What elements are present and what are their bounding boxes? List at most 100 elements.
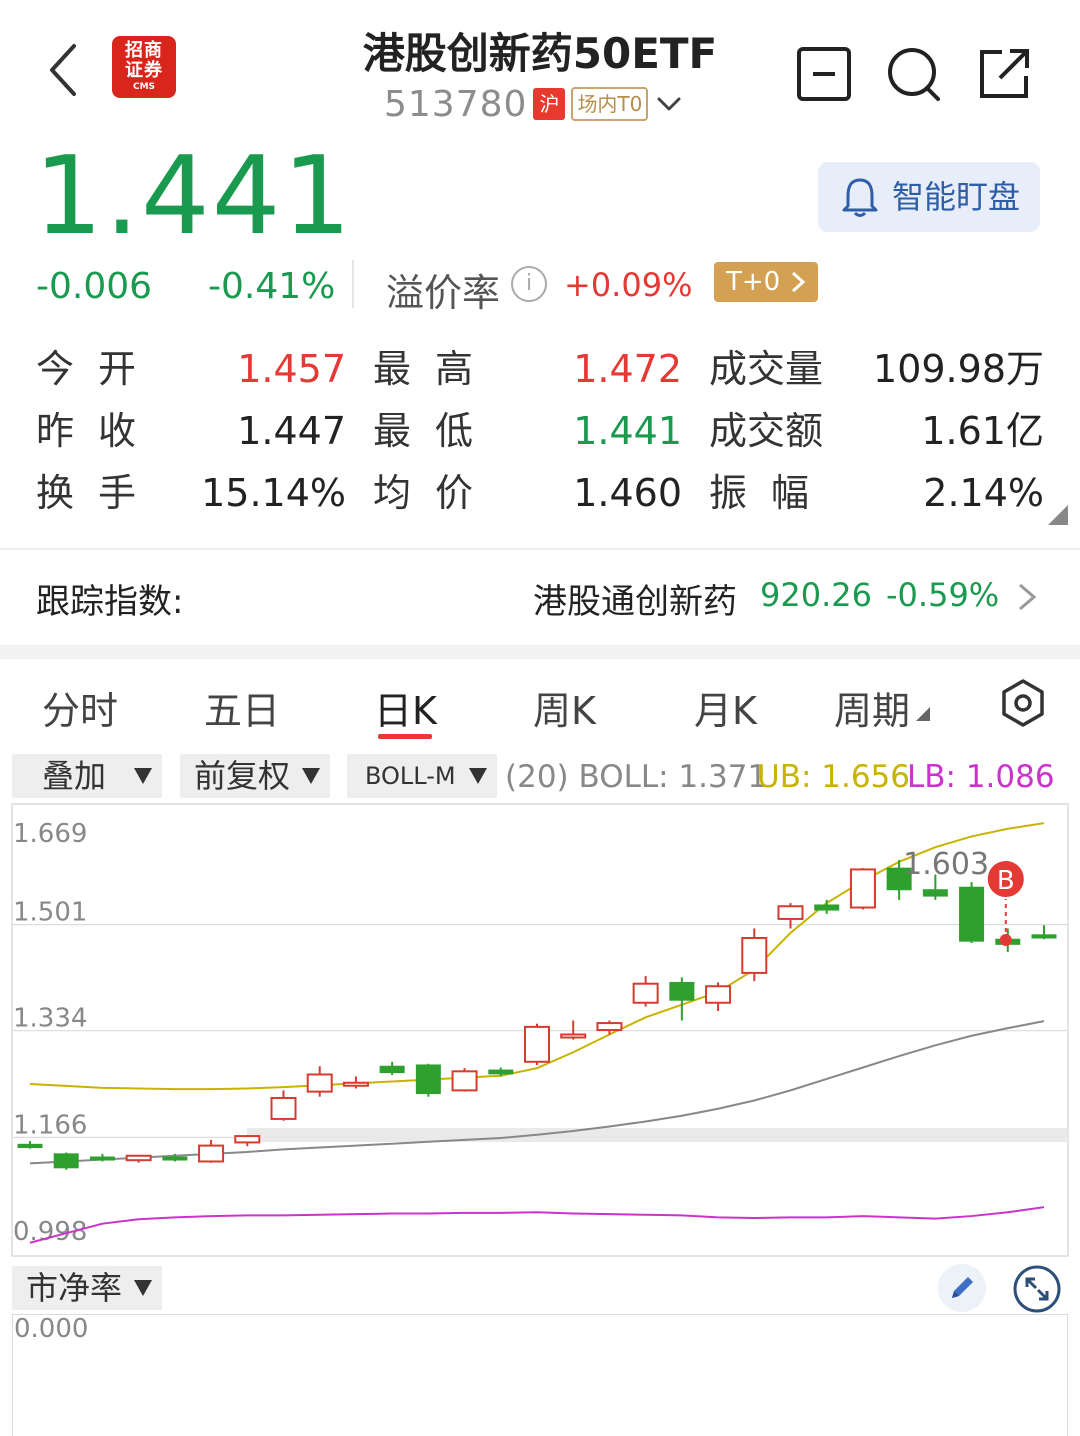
dropdown-arrow-icon	[134, 1280, 152, 1296]
buy-signal-label: B	[997, 866, 1015, 896]
y-tick-label: 1.166	[13, 1110, 87, 1140]
signal-dot	[999, 934, 1012, 946]
sub-indicator-select[interactable]: 市净率	[12, 1266, 162, 1310]
main-indicator-label: BOLL-M	[365, 762, 456, 790]
tab-intraday[interactable]: 分时	[42, 680, 118, 735]
premium-value: +0.09%	[564, 266, 693, 304]
amplitude-label: 振幅	[709, 471, 834, 515]
candle-body	[306, 1073, 333, 1093]
candle-body	[451, 1070, 478, 1092]
candle-body	[777, 905, 804, 920]
candle-body	[488, 1069, 514, 1075]
boll-value: (20) BOLL: 1.371	[505, 759, 768, 795]
expand-stats-icon[interactable]	[1048, 505, 1068, 525]
candle-body	[669, 981, 695, 1001]
price-change-pct: -0.41%	[208, 266, 336, 307]
chevron-down-icon[interactable]	[656, 91, 682, 117]
info-icon[interactable]: i	[511, 266, 547, 302]
adjust-select[interactable]: 前复权	[180, 754, 330, 798]
t0-label: T+0	[726, 267, 781, 297]
index-pct: -0.59%	[886, 576, 1000, 614]
exchange-tag: 沪	[533, 88, 566, 120]
volume-value: 109.98万	[873, 347, 1044, 391]
prev-close-value: 1.447	[237, 409, 346, 453]
tracking-label: 跟踪指数:	[36, 582, 184, 622]
main-indicator-select[interactable]: BOLL-M	[347, 754, 497, 798]
share-icon[interactable]	[976, 46, 1032, 102]
boll-lb-line	[29, 1206, 1045, 1244]
candle-body	[125, 1154, 152, 1162]
settings-icon[interactable]	[998, 678, 1048, 728]
candle-body	[524, 1025, 550, 1063]
logo-text-1: 招商	[125, 40, 163, 61]
candle-body	[379, 1065, 405, 1074]
candle-body	[17, 1143, 43, 1148]
minus-square-icon[interactable]	[796, 46, 852, 102]
active-tab-indicator	[378, 734, 432, 739]
high-value: 1.472	[573, 347, 682, 391]
dropdown-arrow-icon	[469, 768, 487, 784]
avg-value: 1.460	[573, 471, 682, 515]
price-change: -0.006	[36, 266, 153, 307]
tab-period[interactable]: 周期	[834, 680, 931, 735]
dropdown-arrow-icon	[302, 768, 320, 784]
t0-button[interactable]: T+0	[714, 262, 818, 302]
logo-sub: CMS	[132, 82, 156, 92]
candle-body	[198, 1144, 225, 1163]
boll-ub-value: UB: 1.656	[757, 759, 911, 795]
high-label: 最高	[373, 347, 498, 391]
tracking-index-row[interactable]: 跟踪指数: 港股通创新药 920.26 -0.59%	[0, 552, 1080, 644]
turnover-label: 换手	[36, 471, 161, 515]
candle-body	[415, 1064, 441, 1095]
y-tick-label: 1.334	[13, 1004, 87, 1034]
k-line-chart[interactable]: 1.669 1.501 1.334 1.166 0.998 1.603 B	[0, 800, 1080, 1260]
candle-body	[632, 982, 659, 1004]
candle-body	[89, 1156, 115, 1161]
divider	[0, 548, 1080, 550]
sub-chart[interactable]	[12, 1314, 1068, 1436]
trade-tag: 场内T0	[571, 87, 649, 121]
open-value: 1.457	[237, 347, 346, 391]
search-icon[interactable]	[886, 46, 942, 102]
candle-body	[270, 1096, 297, 1120]
candle-body	[1031, 934, 1057, 939]
smart-watch-button[interactable]: 智能盯盘	[818, 162, 1040, 232]
candle-body	[234, 1135, 261, 1144]
tab-period-label: 周期	[834, 689, 911, 733]
candle-body	[849, 868, 876, 909]
period-tabs: 分时 五日 日K 周K 月K 周期	[0, 660, 1080, 750]
dropdown-arrow-icon	[134, 768, 152, 784]
pen-icon[interactable]	[938, 1264, 986, 1312]
tab-daily-k[interactable]: 日K	[374, 680, 437, 735]
page-title: 港股创新药50ETF	[362, 29, 718, 78]
max-price-label: 1.603	[903, 847, 989, 882]
expand-icon[interactable]	[1012, 1264, 1062, 1314]
code-row[interactable]: 513780 沪 场内T0	[384, 82, 682, 126]
tab-monthly-k[interactable]: 月K	[694, 680, 757, 735]
avg-label: 均价	[373, 471, 498, 515]
section-divider	[0, 645, 1080, 659]
amount-label: 成交额	[709, 409, 824, 453]
broker-logo: 招商 证券 CMS	[112, 36, 176, 98]
crosshair-band	[247, 1128, 1068, 1142]
last-price: 1.441	[34, 134, 354, 259]
chevron-right-icon	[791, 271, 806, 293]
tab-five-day[interactable]: 五日	[204, 680, 280, 735]
amount-value: 1.61亿	[921, 409, 1044, 453]
sub-indicator-label: 市净率	[26, 1269, 123, 1307]
index-name: 港股通创新药	[533, 582, 737, 622]
low-value: 1.441	[573, 409, 682, 453]
y-tick-label: 0.998	[13, 1217, 87, 1247]
candle-body	[741, 936, 768, 974]
chevron-right-icon	[1019, 583, 1037, 611]
candle-body	[162, 1156, 188, 1161]
prev-close-label: 昨收	[36, 409, 161, 453]
volume-label: 成交量	[709, 347, 824, 391]
amplitude-value: 2.14%	[923, 471, 1044, 515]
overlay-select[interactable]: 叠加	[12, 754, 162, 798]
back-icon[interactable]	[40, 40, 90, 100]
tab-weekly-k[interactable]: 周K	[533, 680, 596, 735]
open-label: 今开	[36, 347, 161, 391]
dropdown-triangle-icon	[916, 706, 931, 721]
stock-code: 513780	[384, 83, 528, 125]
